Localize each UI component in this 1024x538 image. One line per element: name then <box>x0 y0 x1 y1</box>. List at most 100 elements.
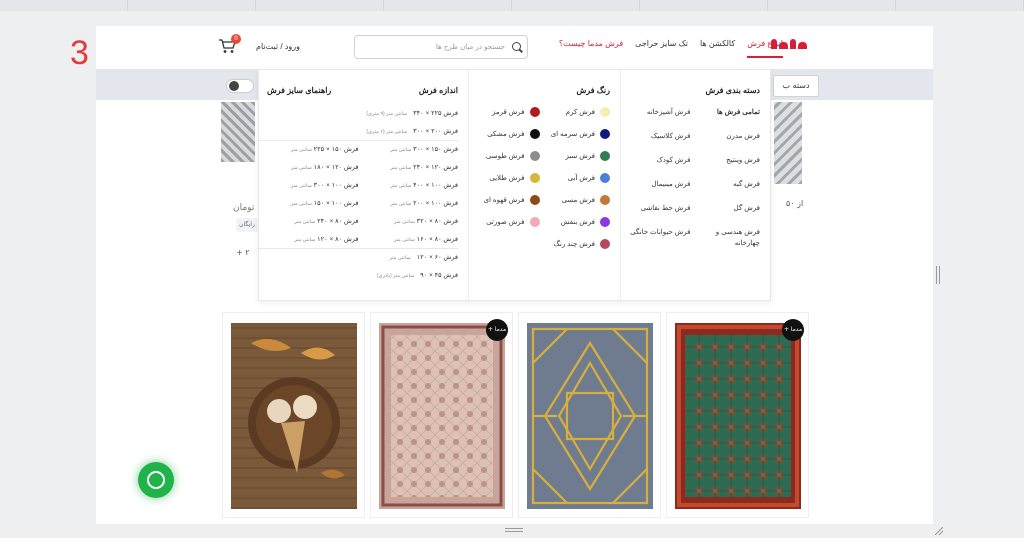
category-item[interactable]: فرش گل <box>691 203 760 214</box>
color-swatch <box>600 195 610 205</box>
size-guide-link[interactable]: راهنمای سایز فرش <box>267 86 331 95</box>
size-item[interactable]: فرش ۶۰ × ۱۲۰ سانتی متر <box>257 249 458 267</box>
color-item[interactable]: فرش طلایی <box>469 173 540 183</box>
size-item[interactable]: فرش ۱۲۰ × ۲۴۰ سانتی متر <box>365 159 458 177</box>
whatsapp-button[interactable] <box>138 462 174 498</box>
category-button[interactable]: دسته ب <box>773 75 819 97</box>
color-item[interactable]: فرش چند رنگ <box>540 239 610 249</box>
color-item[interactable]: فرش آبی <box>540 173 610 183</box>
color-swatch <box>529 195 540 205</box>
size-item[interactable]: فرش ۴۵ × ۹۰ سانتی متر (پادری) <box>257 267 458 285</box>
size-row: فرش ۸۰ × ۳۲۰ سانتی متر فرش ۸۰ × ۲۴۰ سانتی… <box>257 213 458 231</box>
color-column: رنگ فرش فرش کرم فرش قرمز فرش سرمه ای فرش مش… <box>468 70 620 302</box>
category-column: دسته بندی فرش تمامی فرش ها فرش آشپزخانه … <box>620 70 770 302</box>
step-number: 3 <box>70 34 89 72</box>
color-title: رنگ فرش <box>576 86 610 95</box>
color-item[interactable]: فرش مشکی <box>469 129 540 139</box>
color-item[interactable]: فرش سبز <box>540 151 610 161</box>
product-image <box>379 323 505 509</box>
product-thumb-left <box>221 102 255 162</box>
bottom-resize-handle[interactable] <box>505 528 523 532</box>
size-item[interactable]: فرش ۸۰ × ۱۲۰ سانتی متر <box>265 231 358 248</box>
filter-toggle[interactable] <box>226 79 254 93</box>
size-item[interactable]: فرش ۲۰۰ × ۳۰۰ سانتی متر (۶ متری) <box>257 123 458 141</box>
category-item[interactable]: فرش کلاسیک <box>621 131 690 142</box>
color-item[interactable]: فرش بنفش <box>540 217 610 227</box>
size-column: اندازه فرش راهنمای سایز فرش فرش ۲۲۵ × ۳۴… <box>257 70 468 302</box>
color-label: فرش قهوه ای <box>483 197 525 204</box>
color-item[interactable]: فرش صورتی <box>469 217 540 227</box>
size-item[interactable]: فرش ۸۰ × ۳۲۰ سانتی متر <box>365 213 458 231</box>
color-label: فرش قرمز <box>491 109 525 116</box>
login-link[interactable]: ورود / ثبت‌نام <box>256 42 300 51</box>
color-swatch <box>600 129 610 139</box>
category-item[interactable]: تمامی فرش ها <box>691 107 760 118</box>
product-card[interactable] <box>222 312 365 518</box>
browser-top-strip <box>0 0 1024 11</box>
product-card[interactable] <box>518 312 661 518</box>
toggle-knob <box>229 81 239 91</box>
color-swatch <box>600 239 610 249</box>
product-image <box>527 323 653 509</box>
size-item[interactable]: فرش ۱۰۰ × ۲۰۰ سانتی متر <box>365 195 458 213</box>
size-row: فرش ۱۰۰ × ۴۰۰ سانتی متر فرش ۱۰۰ × ۳۰۰ سان… <box>257 177 458 195</box>
product-card[interactable]: مدما + <box>370 312 513 518</box>
category-item[interactable]: فرش مدرن <box>691 131 760 142</box>
more-colors: + ۲ <box>236 248 250 257</box>
mega-menu: دسته بندی فرش تمامی فرش ها فرش آشپزخانه … <box>257 69 771 302</box>
color-item[interactable]: فرش قهوه ای <box>469 195 540 205</box>
color-swatch <box>529 107 540 117</box>
color-swatch <box>600 217 610 227</box>
category-list: تمامی فرش ها فرش آشپزخانه فرش مدرن فرش ک… <box>621 107 760 249</box>
nav-sale[interactable]: تک سایز حراجی <box>635 39 688 58</box>
category-item[interactable]: فرش آشپزخانه <box>621 107 691 118</box>
size-item[interactable]: فرش ۱۵۰ × ۲۲۵ سانتی متر <box>265 141 359 159</box>
size-item[interactable]: فرش ۸۰ × ۲۴۰ سانتی متر <box>265 213 358 231</box>
color-label: فرش صورتی <box>486 219 525 226</box>
size-row: فرش ۱۰۰ × ۲۰۰ سانتی متر فرش ۱۰۰ × ۱۵۰ سان… <box>257 195 458 213</box>
size-item[interactable]: فرش ۱۲۰ × ۱۸۰ سانتی متر <box>265 159 359 177</box>
size-item[interactable]: فرش ۱۰۰ × ۴۰۰ سانتی متر <box>365 177 458 195</box>
color-label: فرش طوسی <box>485 153 525 160</box>
scroll-handle[interactable] <box>936 266 940 284</box>
cart-count-badge: 0 <box>231 34 241 44</box>
size-item[interactable]: فرش ۱۰۰ × ۱۵۰ سانتی متر <box>265 195 359 213</box>
size-row: فرش ۱۲۰ × ۲۴۰ سانتی متر فرش ۱۲۰ × ۱۸۰ سان… <box>257 159 458 177</box>
product-image <box>675 323 801 509</box>
color-item[interactable]: فرش سرمه ای <box>540 129 610 139</box>
nav-carpet-types[interactable]: انواع فرش <box>747 39 783 58</box>
site-header: انواع فرش کالکشن ها تک سایز حراجی فرش مد… <box>96 26 933 69</box>
color-label: فرش مشکی <box>487 131 525 138</box>
resize-grip[interactable] <box>935 527 943 535</box>
price-unit: تومان <box>233 203 255 213</box>
color-label: فرش مسی <box>561 197 595 204</box>
nav-about[interactable]: فرش مدما چیست؟ <box>559 39 623 58</box>
size-item[interactable]: فرش ۲۲۵ × ۳۴۰ سانتی متر (۹ متری) <box>257 105 458 123</box>
category-item[interactable]: فرش حیوانات خانگی <box>621 227 690 249</box>
color-item[interactable]: فرش قرمز <box>469 107 540 117</box>
color-swatch <box>529 217 540 227</box>
category-item[interactable]: فرش وینتیج <box>691 155 760 166</box>
search-input[interactable]: جستجو در میان طرح ها <box>354 35 528 59</box>
size-item[interactable]: فرش ۱۰۰ × ۳۰۰ سانتی متر <box>265 177 359 195</box>
category-item[interactable]: فرش کودک <box>621 155 690 166</box>
color-item[interactable]: فرش کرم <box>540 107 610 117</box>
search-icon <box>512 42 521 51</box>
category-item[interactable]: فرش مینیمال <box>621 179 690 190</box>
size-row: فرش ۱۵۰ × ۳۰۰ سانتی متر فرش ۱۵۰ × ۲۲۵ سان… <box>257 141 458 159</box>
size-title: اندازه فرش <box>418 86 458 95</box>
color-item[interactable]: فرش طوسی <box>469 151 540 161</box>
color-swatch <box>600 151 610 161</box>
size-item[interactable]: فرش ۸۰ × ۱۶۰ سانتی متر <box>365 231 458 248</box>
product-card[interactable]: مدما + <box>666 312 809 518</box>
category-item[interactable]: فرش هندسی و چهارخانه <box>691 227 760 249</box>
product-badge: مدما + <box>782 319 804 341</box>
color-item[interactable]: فرش مسی <box>540 195 610 205</box>
color-swatch <box>600 107 610 117</box>
color-label: فرش کرم <box>565 109 595 116</box>
size-item[interactable]: فرش ۱۵۰ × ۳۰۰ سانتی متر <box>365 141 458 159</box>
category-item[interactable]: فرش خط نقاشی <box>621 203 691 214</box>
color-swatch <box>600 173 610 183</box>
category-item[interactable]: فرش گبه <box>691 179 760 190</box>
nav-collections[interactable]: کالکشن ها <box>700 39 735 58</box>
